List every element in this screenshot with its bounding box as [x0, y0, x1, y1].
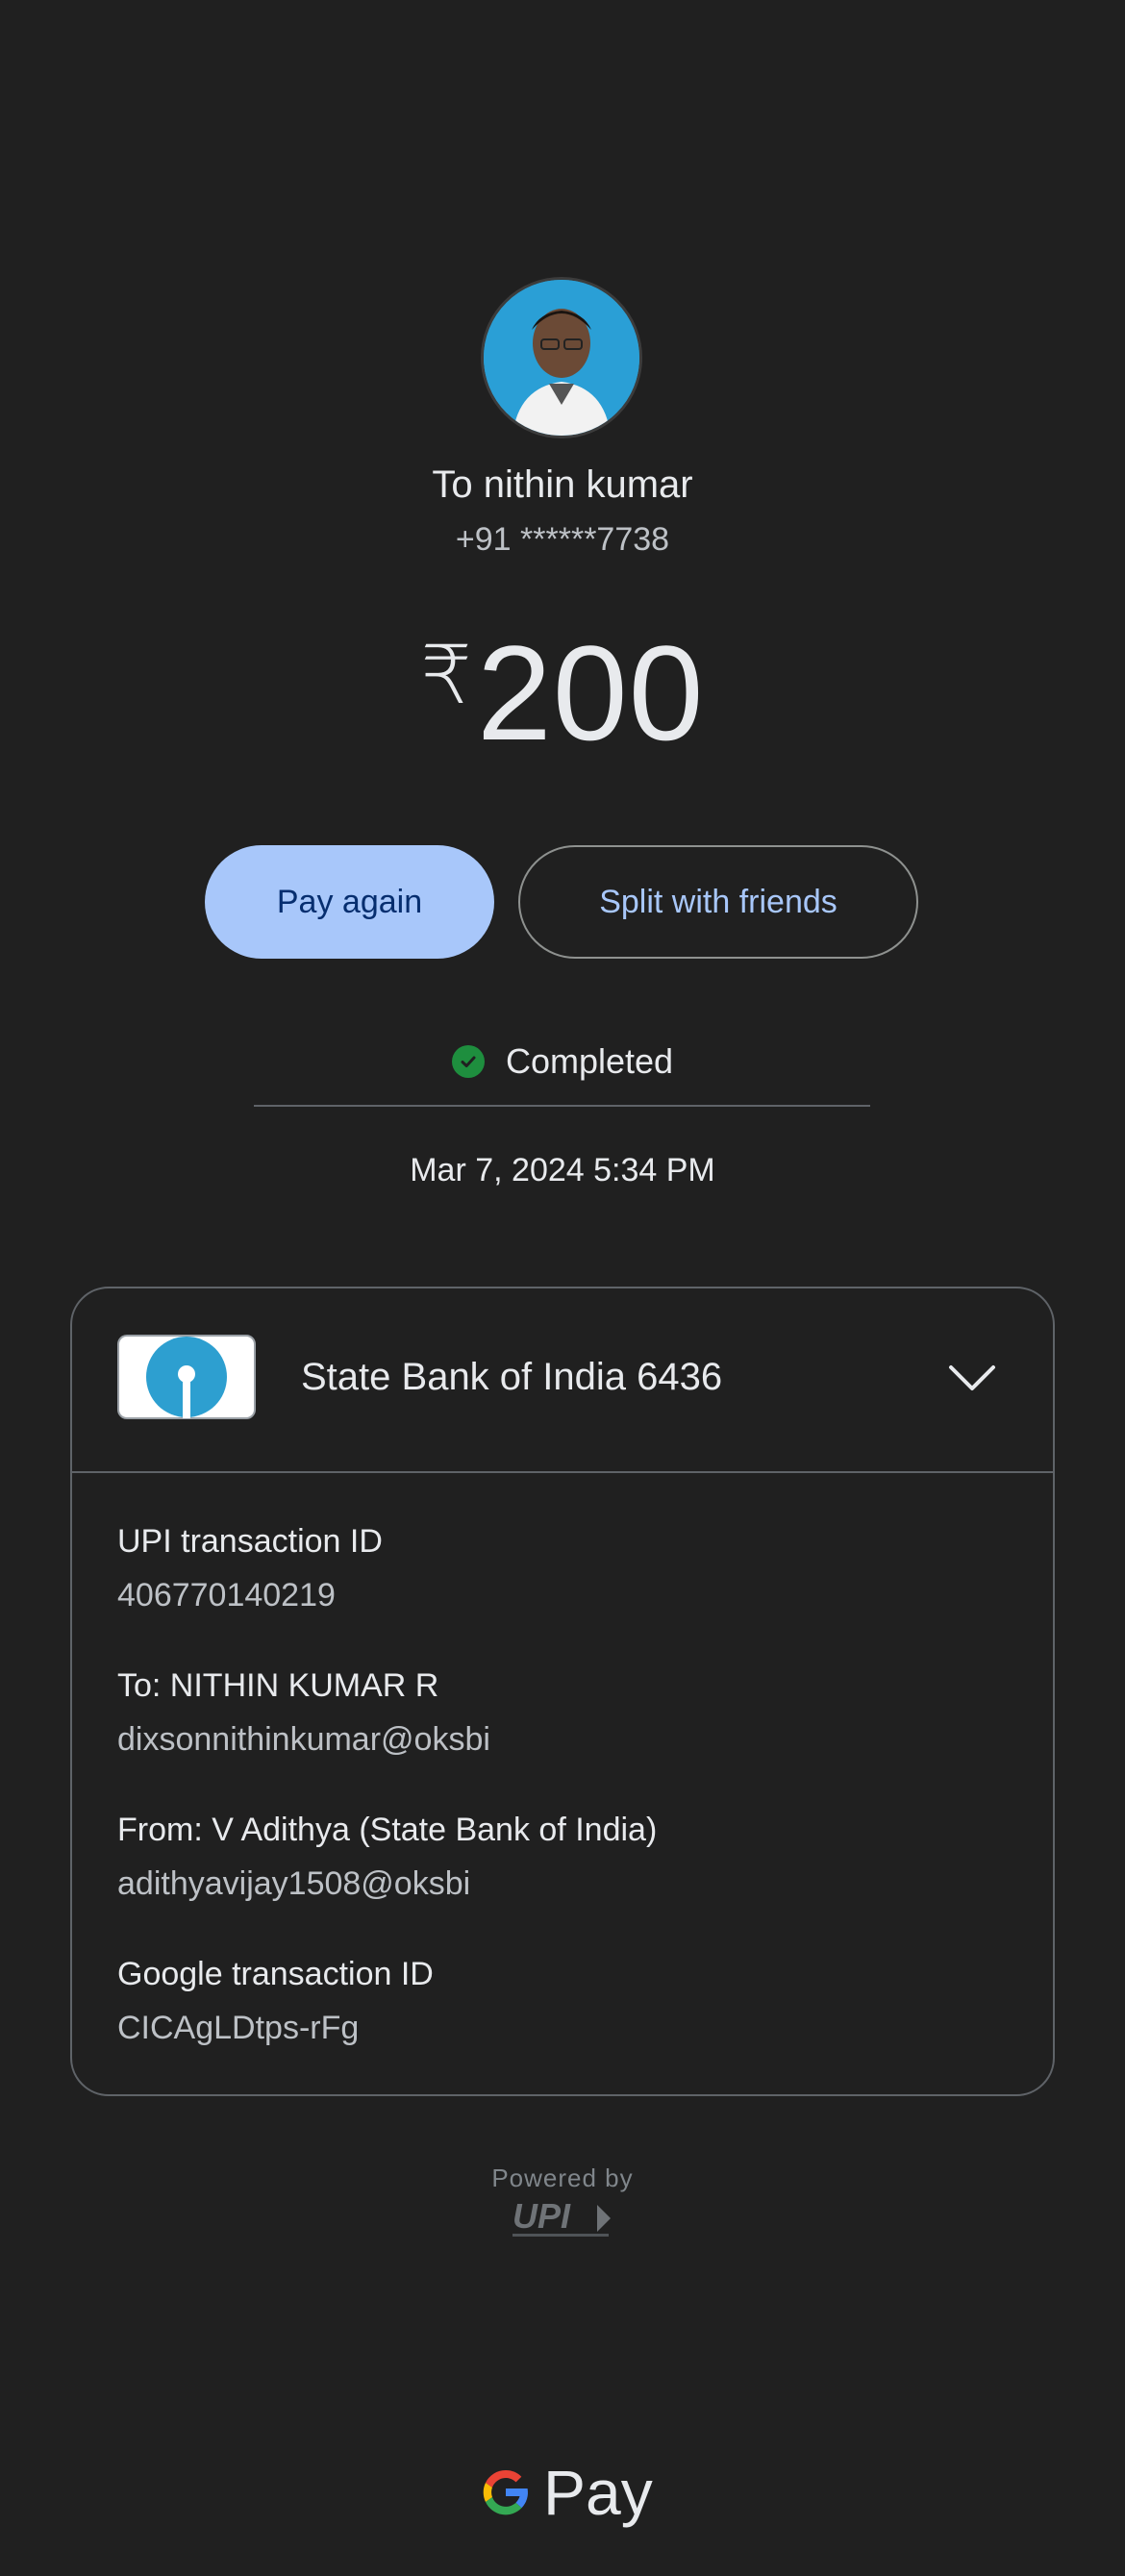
upi-transaction-id-value[interactable]: 406770140219 [117, 1577, 336, 1614]
bank-account-name: State Bank of India 6436 [301, 1356, 723, 1398]
from-upi-id[interactable]: adithyavijay1508@oksbi [117, 1865, 470, 1903]
to-upi-id[interactable]: dixsonnithinkumar@oksbi [117, 1721, 490, 1759]
google-pay-brand: Pay [478, 2454, 653, 2531]
amount-value: 200 [476, 617, 705, 768]
currency-symbol: ₹ [420, 630, 473, 720]
status-label: Completed [505, 1041, 674, 1081]
card-divider [72, 1471, 1053, 1473]
pay-brand-text: Pay [543, 2457, 653, 2528]
google-transaction-id-label: Google transaction ID [117, 1956, 434, 1992]
avatar-photo-icon [484, 280, 639, 436]
payee-name: To nithin kumar [432, 463, 693, 506]
to-label: To: NITHIN KUMAR R [117, 1667, 439, 1704]
upi-transaction-id-label: UPI transaction ID [117, 1523, 383, 1560]
payment-amount: ₹200 [0, 615, 1125, 771]
chevron-down-icon[interactable] [947, 1352, 997, 1402]
powered-by-label: Powered by [491, 2163, 634, 2192]
transaction-date: Mar 7, 2024 5:34 PM [410, 1152, 715, 1188]
check-circle-icon [451, 1045, 485, 1078]
divider [254, 1105, 870, 1107]
upi-logo-text: UPI [512, 2197, 571, 2236]
upi-logo: UPI [505, 2196, 620, 2241]
status-row: Completed [0, 1040, 1125, 1083]
from-label: From: V Adithya (State Bank of India) [117, 1812, 658, 1848]
split-with-friends-button[interactable]: Split with friends [518, 845, 918, 959]
google-g-icon [483, 2469, 528, 2515]
sbi-logo-icon [117, 1335, 256, 1419]
google-transaction-id-value[interactable]: CICAgLDtps-rFg [117, 2010, 359, 2047]
pay-again-button[interactable]: Pay again [205, 845, 494, 959]
payee-phone: +91 ******7738 [455, 521, 670, 558]
payee-avatar [481, 277, 642, 438]
transaction-details-card: State Bank of India 6436 UPI transaction… [70, 1287, 1055, 2096]
